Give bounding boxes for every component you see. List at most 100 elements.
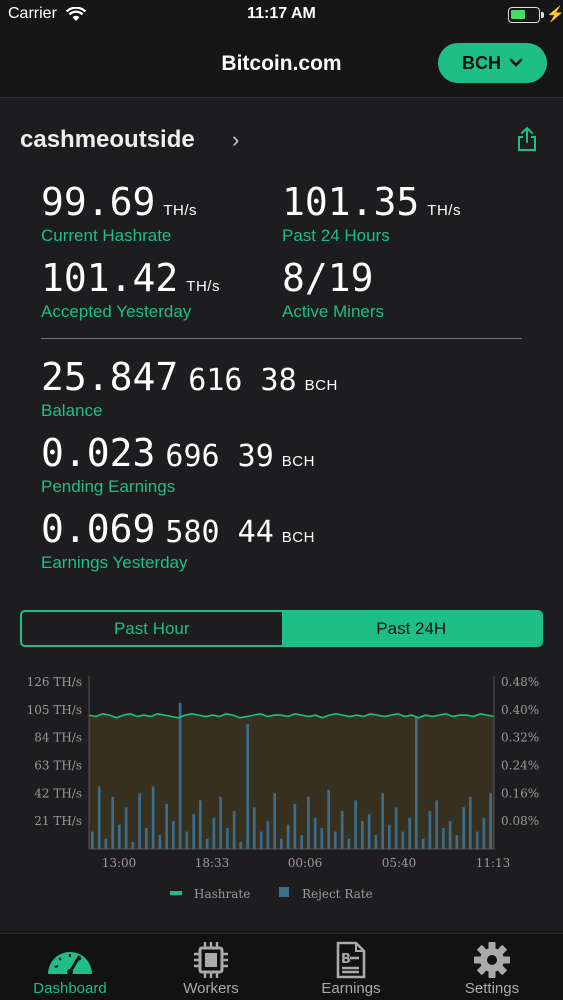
tab-earnings[interactable]: B Earnings [281, 934, 421, 1000]
legend-reject-label: Reject Rate [302, 887, 373, 901]
reject-bar [293, 803, 297, 849]
reject-bar [145, 828, 148, 849]
y-left-tick-label: 42 TH/s [34, 786, 82, 800]
reject-bar [178, 702, 182, 849]
reject-bar [469, 796, 472, 849]
yesterday-main-value: 0.069 [41, 507, 156, 551]
reject-bar [462, 807, 465, 850]
y-left-tick-label: 84 TH/s [34, 731, 82, 745]
y-right-tick-label: 0.16% [501, 786, 539, 800]
current-hashrate-stat: 99.69 TH/s Current Hashrate [41, 180, 197, 246]
nav-bar: Bitcoin.com BCH [0, 30, 563, 98]
segment-past-24h[interactable]: Past 24H [281, 612, 541, 645]
reject-bar [394, 807, 398, 850]
coin-selector-label: BCH [462, 52, 501, 73]
reject-bar [320, 828, 324, 849]
tab-workers-label: Workers [183, 980, 239, 997]
reject-bar [111, 796, 114, 849]
x-tick-label: 00:06 [288, 856, 323, 870]
status-bar: Carrier 11:17 AM ⚡ [0, 0, 563, 30]
reject-bar [340, 810, 344, 849]
legend-reject-swatch [279, 887, 289, 897]
reject-bar [448, 821, 452, 849]
reject-bar [334, 831, 337, 849]
legend-hashrate-swatch [170, 891, 182, 895]
y-left-tick-label: 21 TH/s [34, 814, 82, 828]
reject-bar [246, 723, 249, 850]
accepted-yesterday-unit: TH/s [186, 278, 220, 295]
balance-unit: BCH [304, 377, 338, 394]
current-hashrate-unit: TH/s [163, 202, 198, 219]
tab-workers[interactable]: Workers [141, 934, 281, 1000]
reject-bar [118, 824, 121, 849]
gauge-icon [48, 952, 92, 975]
active-miners-stat: 8/19 Active Miners [282, 256, 384, 322]
tab-dashboard[interactable]: Dashboard [0, 934, 140, 1000]
y-right-tick-label: 0.08% [501, 814, 539, 828]
reject-bar [307, 796, 310, 849]
y-left-tick-label: 126 TH/s [27, 675, 82, 689]
chevron-right-icon[interactable]: › [232, 127, 239, 153]
tab-dashboard-label: Dashboard [33, 980, 107, 997]
balance-main-value: 25.847 [41, 355, 179, 399]
reject-bar [435, 800, 438, 849]
reject-bar [401, 831, 405, 849]
tab-earnings-label: Earnings [321, 980, 381, 997]
tab-settings[interactable]: Settings [422, 934, 562, 1000]
segment-past-hour[interactable]: Past Hour [22, 612, 282, 645]
gear-icon [474, 942, 510, 978]
reject-bar [212, 817, 216, 849]
reject-bar [388, 824, 391, 849]
reject-bar [104, 838, 108, 849]
share-icon[interactable] [515, 126, 539, 152]
time-range-segmented-control: Past Hour Past 24H [20, 610, 543, 647]
reject-bar [374, 835, 378, 849]
reject-bar [91, 831, 94, 849]
reject-bar [367, 814, 371, 849]
reject-bar [172, 821, 175, 849]
reject-bar [205, 838, 209, 849]
past-24-hours-label: Past 24 Hours [282, 226, 390, 245]
reject-bar [232, 810, 236, 849]
reject-bar [138, 793, 141, 849]
past-24-hours-unit: TH/s [427, 202, 461, 219]
reject-bar [239, 842, 243, 849]
balance-label: Balance [41, 401, 103, 420]
reject-bar [482, 817, 486, 849]
coin-selector-button[interactable]: BCH [438, 43, 547, 83]
reject-bar [286, 824, 290, 849]
x-tick-label: 13:00 [102, 856, 137, 870]
reject-bar [280, 838, 283, 849]
reject-bar [124, 807, 128, 850]
accepted-yesterday-stat: 101.42 TH/s Accepted Yesterday [41, 256, 220, 322]
yesterday-unit: BCH [281, 529, 315, 546]
chevron-down-icon [509, 58, 523, 67]
reject-bar [259, 831, 263, 849]
reject-bar [489, 793, 492, 849]
pending-small-digits: 696 39 [165, 439, 274, 474]
y-right-tick-label: 0.32% [501, 731, 539, 745]
svg-text:B: B [341, 952, 351, 967]
reject-bar [97, 786, 101, 849]
current-hashrate-label: Current Hashrate [41, 226, 172, 245]
accepted-yesterday-label: Accepted Yesterday [41, 302, 192, 321]
past-24-hours-stat: 101.35 TH/s Past 24 Hours [282, 180, 461, 246]
balance-stat: 25.847 616 38 BCH Balance [41, 355, 338, 421]
reject-bar [266, 821, 270, 849]
reject-bar [199, 800, 202, 849]
charging-icon: ⚡ [546, 6, 563, 23]
x-tick-label: 18:33 [195, 856, 230, 870]
y-left-tick-label: 63 TH/s [34, 759, 82, 773]
reject-bar [226, 828, 229, 849]
legend-hashrate-label: Hashrate [194, 887, 250, 901]
battery-icon [508, 7, 544, 23]
reject-bar [192, 814, 195, 849]
y-right-tick-label: 0.48% [501, 675, 539, 689]
account-name[interactable]: cashmeoutside [20, 126, 195, 154]
reject-bar [354, 800, 357, 849]
reject-bar [327, 789, 330, 849]
reject-bar [313, 817, 317, 849]
earnings-yesterday-label: Earnings Yesterday [41, 553, 188, 572]
reject-bar [442, 828, 445, 849]
chip-icon [194, 942, 228, 978]
